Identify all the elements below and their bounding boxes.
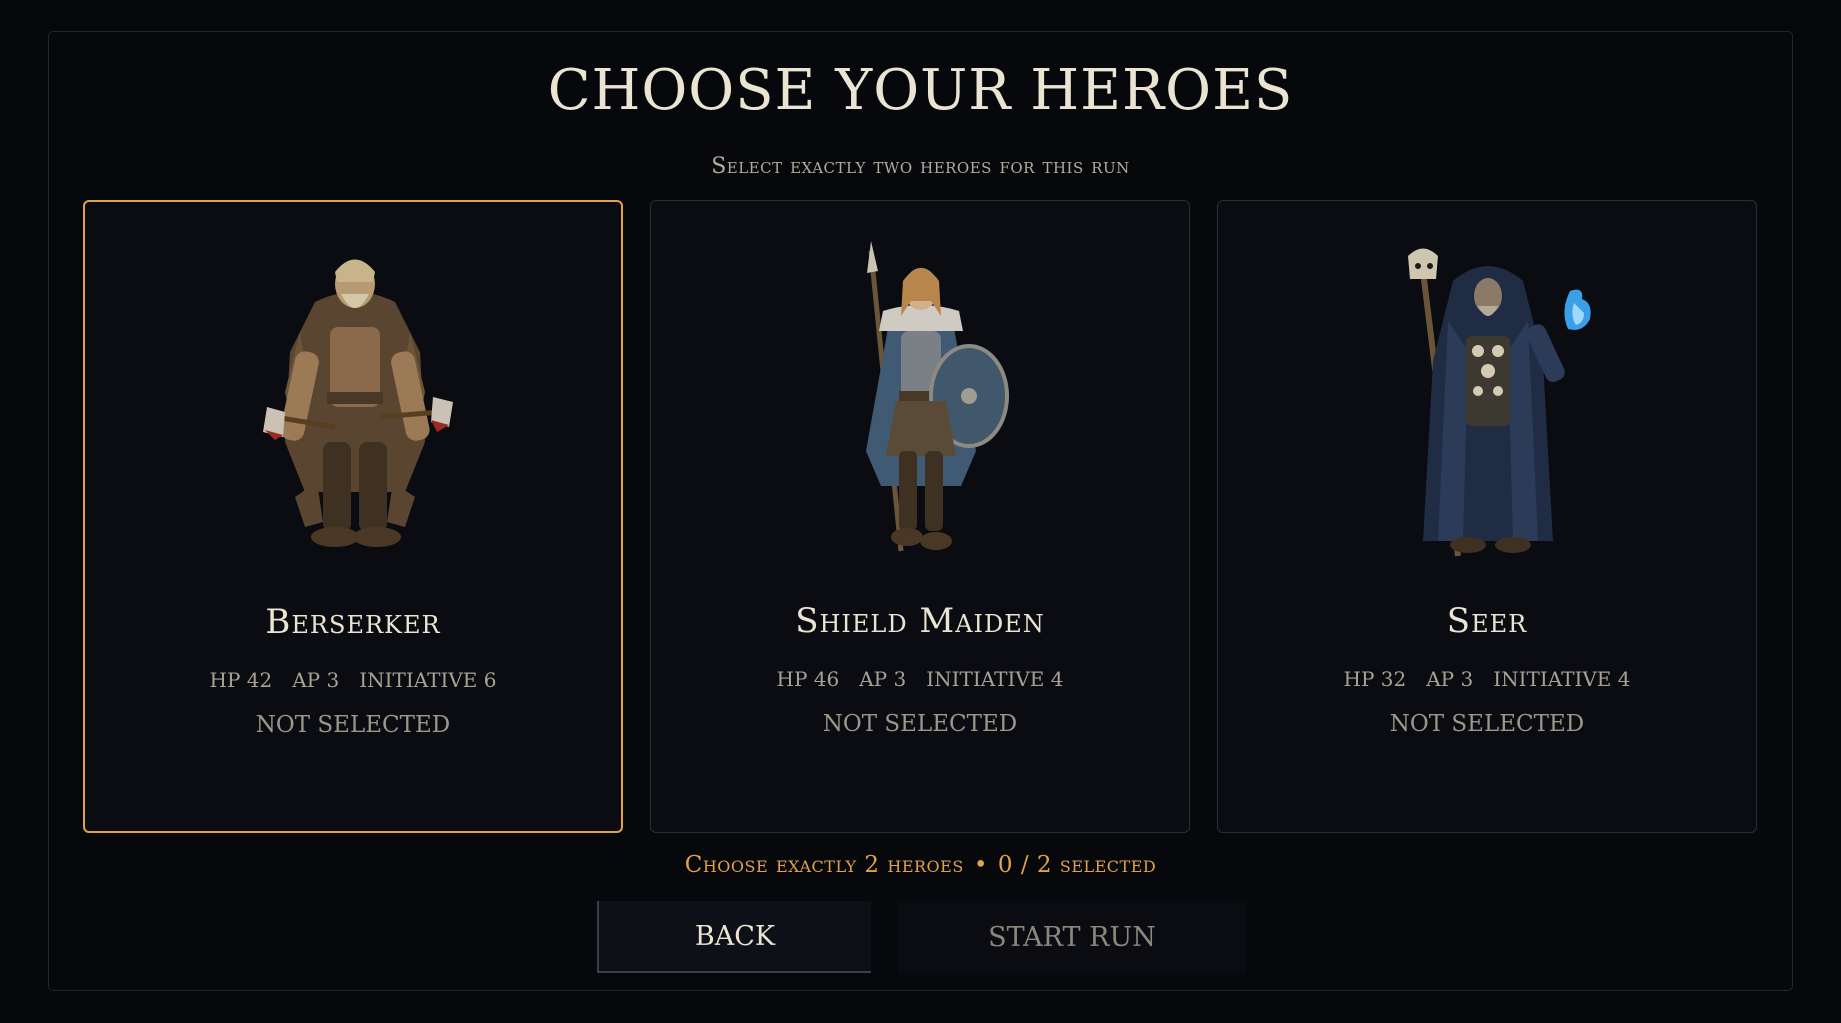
hero-name: Berserker bbox=[265, 602, 441, 642]
hero-ap: AP 3 bbox=[292, 668, 340, 692]
hero-selection-status: NOT SELECTED bbox=[822, 711, 1018, 737]
hero-card-seer[interactable]: Seer HP 32 AP 3 INITIATIVE 4 NOT SELECTED bbox=[1217, 200, 1757, 833]
selection-hint-text: Choose exactly 2 heroes bbox=[684, 852, 964, 878]
separator-dot: • bbox=[973, 852, 988, 878]
hero-initiative: INITIATIVE 6 bbox=[359, 668, 497, 692]
page-subtitle: Select exactly two heroes for this run bbox=[711, 154, 1130, 179]
page-title: CHOOSE YOUR HEROES bbox=[547, 58, 1294, 123]
hero-ap: AP 3 bbox=[859, 667, 907, 691]
shield-maiden-portrait-icon bbox=[866, 241, 1009, 552]
seer-portrait-icon bbox=[1408, 248, 1591, 557]
hero-card-shield-maiden[interactable]: Shield Maiden HP 46 AP 3 INITIATIVE 4 NOT … bbox=[650, 200, 1190, 833]
hero-name: Shield Maiden bbox=[795, 601, 1045, 641]
selection-count: 0 / 2 selected bbox=[997, 852, 1157, 878]
hero-selection-status: NOT SELECTED bbox=[255, 712, 451, 738]
berserker-portrait-icon bbox=[263, 259, 453, 547]
selection-hint: Choose exactly 2 heroes • 0 / 2 selected bbox=[0, 852, 1841, 878]
start-run-button[interactable]: START RUN bbox=[898, 901, 1246, 973]
hero-stats: HP 42 AP 3 INITIATIVE 6 bbox=[85, 668, 621, 692]
hero-selection-status: NOT SELECTED bbox=[1389, 711, 1585, 737]
hero-stats: HP 32 AP 3 INITIATIVE 4 bbox=[1218, 667, 1756, 691]
hero-card-berserker[interactable]: Berserker HP 42 AP 3 INITIATIVE 6 NOT SELE… bbox=[83, 200, 623, 833]
hero-initiative: INITIATIVE 4 bbox=[1493, 667, 1631, 691]
hero-hp: HP 32 bbox=[1343, 667, 1407, 691]
hero-stats: HP 46 AP 3 INITIATIVE 4 bbox=[651, 667, 1189, 691]
hero-hp: HP 46 bbox=[776, 667, 840, 691]
hero-hp: HP 42 bbox=[209, 668, 273, 692]
hero-ap: AP 3 bbox=[1426, 667, 1474, 691]
hero-initiative: INITIATIVE 4 bbox=[926, 667, 1064, 691]
hero-name: Seer bbox=[1446, 601, 1528, 641]
back-button[interactable]: BACK bbox=[597, 901, 871, 973]
